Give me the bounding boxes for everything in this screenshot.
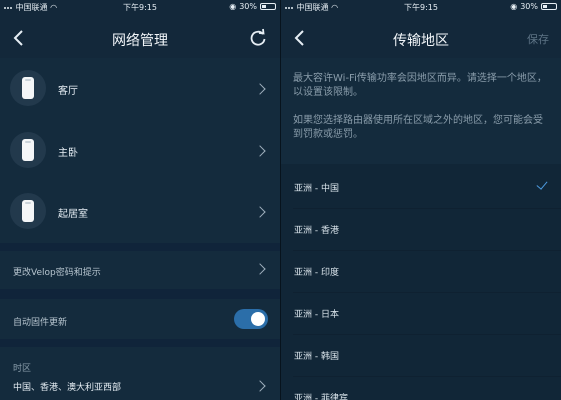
device-row-family-room[interactable]: 起居室: [0, 181, 280, 243]
chevron-right-icon: [254, 206, 266, 218]
region-label: 亚洲 - 日本: [294, 310, 339, 320]
status-bar: 中国联通 ◠ 下午9:15 ◉ 30%: [0, 0, 280, 14]
timezone-value: 中国、香港、澳大利亚西部: [13, 383, 122, 393]
timezone-row[interactable]: 时区 中国、香港、澳大利亚西部: [0, 347, 280, 400]
region-label: 亚洲 - 印度: [294, 268, 339, 278]
refresh-icon[interactable]: [248, 28, 268, 48]
chevron-right-icon: [254, 83, 266, 95]
region-label: 亚洲 - 菲律宾: [294, 394, 348, 400]
region-option[interactable]: 亚洲 - 中国: [281, 166, 561, 208]
save-button[interactable]: 保存: [527, 31, 549, 47]
nav-bar: 网络管理: [0, 14, 280, 62]
section-spacer: [0, 339, 280, 347]
router-node-icon: [10, 70, 46, 106]
network-management-screen: 中国联通 ◠ 下午9:15 ◉ 30% 网络管理 客厅 主卧 起居室 更改Vel…: [0, 0, 280, 400]
status-bar: 中国联通 ◠ 下午9:15 ◉ 30%: [281, 0, 561, 14]
region-label: 亚洲 - 香港: [294, 226, 339, 236]
region-option[interactable]: 亚洲 - 菲律宾: [281, 376, 561, 400]
device-row-master-bedroom[interactable]: 主卧: [0, 120, 280, 182]
auto-update-toggle[interactable]: [234, 309, 268, 329]
chevron-right-icon: [254, 145, 266, 157]
region-list: 亚洲 - 中国 亚洲 - 香港 亚洲 - 印度 亚洲 - 日本 亚洲 - 韩国 …: [281, 164, 561, 400]
chevron-right-icon: [254, 263, 266, 275]
page-title: 传输地区: [393, 33, 449, 49]
router-node-icon: [10, 193, 46, 229]
timezone-header: 时区: [13, 364, 32, 374]
region-option[interactable]: 亚洲 - 香港: [281, 208, 561, 250]
device-row-living-room[interactable]: 客厅: [0, 58, 280, 120]
router-node-icon: [10, 132, 46, 168]
device-name: 起居室: [58, 209, 88, 220]
battery-indicator: ◉ 30%: [229, 2, 276, 11]
auto-update-row: 自动固件更新: [0, 299, 280, 339]
region-label: 亚洲 - 韩国: [294, 352, 339, 362]
battery-indicator: ◉ 30%: [510, 2, 557, 11]
region-label: 亚洲 - 中国: [294, 184, 339, 194]
nav-bar: 传输地区 保存: [281, 14, 561, 62]
auto-update-label: 自动固件更新: [13, 318, 68, 328]
region-option[interactable]: 亚洲 - 印度: [281, 250, 561, 292]
lock-rotation-icon: ◉: [229, 2, 237, 11]
region-option[interactable]: 亚洲 - 韩国: [281, 334, 561, 376]
battery-percent: 30%: [520, 2, 538, 11]
chevron-right-icon: [254, 380, 266, 392]
transmission-region-screen: 中国联通 ◠ 下午9:15 ◉ 30% 传输地区 保存 最大容许Wi-Fi传输功…: [281, 0, 561, 400]
battery-icon: [541, 3, 557, 10]
change-password-label: 更改Velop密码和提示: [13, 268, 101, 278]
lock-rotation-icon: ◉: [510, 2, 518, 11]
change-password-row[interactable]: 更改Velop密码和提示: [0, 251, 280, 289]
checkmark-icon: [536, 178, 548, 190]
battery-icon: [260, 3, 276, 10]
section-spacer: [0, 289, 280, 299]
device-name: 客厅: [58, 86, 78, 97]
section-spacer: [0, 243, 280, 251]
penalty-warning: 如果您选择路由器使用所在区域之外的地区，您可能会受到罚款或惩罚。: [293, 115, 543, 140]
battery-percent: 30%: [239, 2, 257, 11]
page-title: 网络管理: [112, 33, 168, 49]
power-limit-description: 最大容许Wi-Fi传输功率会因地区而异。请选择一个地区，以设置该限制。: [293, 73, 547, 98]
description-panel: 最大容许Wi-Fi传输功率会因地区而异。请选择一个地区，以设置该限制。 如果您选…: [281, 58, 561, 164]
device-name: 主卧: [58, 148, 78, 159]
region-option[interactable]: 亚洲 - 日本: [281, 292, 561, 334]
